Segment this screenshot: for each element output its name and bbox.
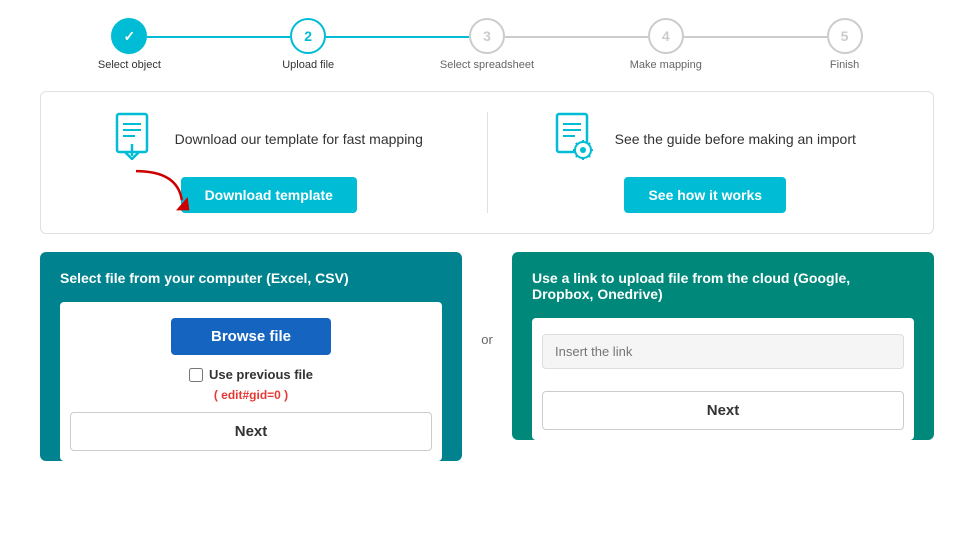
- step-circle-1: ✓: [111, 18, 147, 54]
- red-arrow-icon: [126, 167, 196, 217]
- local-upload-inner: Browse file Use previous file ( edit#gid…: [60, 302, 442, 461]
- use-previous-checkbox[interactable]: [189, 368, 203, 382]
- step-label-3: Select spreadsheet: [440, 59, 534, 71]
- info-card-guide-text: See the guide before making an import: [615, 130, 856, 150]
- step-circle-4: 4: [648, 18, 684, 54]
- local-next-button[interactable]: Next: [70, 412, 432, 451]
- step-finish: 5 Finish: [755, 18, 934, 71]
- download-template-button[interactable]: Download template: [181, 177, 357, 213]
- step-label-5: Finish: [830, 59, 859, 71]
- upload-section: Select file from your computer (Excel, C…: [40, 252, 934, 461]
- download-doc-icon: [115, 112, 159, 167]
- cloud-next-button[interactable]: Next: [542, 391, 904, 430]
- step-label-2: Upload file: [282, 59, 334, 71]
- info-card-download: Download our template for fast mapping D…: [71, 112, 467, 213]
- step-label-1: Select object: [98, 59, 161, 71]
- step-circle-2: 2: [290, 18, 326, 54]
- info-card-download-content: Download our template for fast mapping: [115, 112, 423, 167]
- info-card-guide-content: See the guide before making an import: [555, 112, 856, 167]
- step-circle-5: 5: [827, 18, 863, 54]
- step-make-mapping: 4 Make mapping: [576, 18, 755, 71]
- info-divider: [487, 112, 488, 213]
- stepper: ✓ Select object 2 Upload file 3 Select s…: [0, 0, 974, 81]
- step-upload-file: 2 Upload file: [219, 18, 398, 71]
- cloud-upload-box: Use a link to upload file from the cloud…: [512, 252, 934, 440]
- step-circle-3: 3: [469, 18, 505, 54]
- cloud-upload-inner: Next: [532, 318, 914, 440]
- guide-doc-icon: [555, 112, 599, 167]
- local-upload-box: Select file from your computer (Excel, C…: [40, 252, 462, 461]
- see-how-it-works-button[interactable]: See how it works: [624, 177, 786, 213]
- info-card-guide: See the guide before making an import Se…: [508, 112, 904, 213]
- edit-link[interactable]: ( edit#gid=0 ): [214, 388, 288, 402]
- or-divider: or: [462, 252, 512, 347]
- step-label-4: Make mapping: [630, 59, 702, 71]
- cloud-upload-title: Use a link to upload file from the cloud…: [532, 270, 914, 302]
- step-select-object: ✓ Select object: [40, 18, 219, 71]
- step-select-spreadsheet: 3 Select spreadsheet: [398, 18, 577, 71]
- browse-file-button[interactable]: Browse file: [171, 318, 331, 355]
- local-upload-title: Select file from your computer (Excel, C…: [60, 270, 442, 286]
- arrow-wrapper: Download template: [181, 177, 357, 213]
- link-input[interactable]: [542, 334, 904, 369]
- info-card-download-text: Download our template for fast mapping: [175, 130, 423, 150]
- use-previous-row: Use previous file: [189, 367, 313, 382]
- use-previous-label: Use previous file: [209, 367, 313, 382]
- info-section: Download our template for fast mapping D…: [40, 91, 934, 234]
